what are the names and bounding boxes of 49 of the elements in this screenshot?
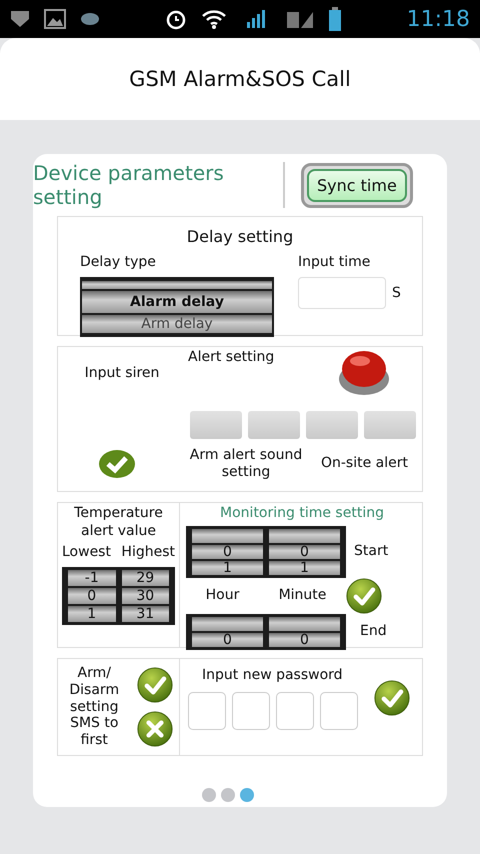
option-button[interactable] <box>364 411 416 439</box>
image-icon <box>44 9 66 29</box>
option-button[interactable] <box>190 411 242 439</box>
number-picker[interactable]: 0 0 <box>186 614 346 650</box>
alarm-button-icon[interactable] <box>338 349 390 397</box>
input-field[interactable] <box>298 276 386 309</box>
confirm-button[interactable] <box>136 667 173 703</box>
field-label: Arm alert sound setting <box>188 447 304 481</box>
digit-field[interactable] <box>232 692 270 730</box>
field-label: Minute <box>278 587 326 604</box>
number-picker[interactable]: 0 1 0 1 <box>186 526 346 578</box>
section-title: Temperature alert value <box>73 505 164 540</box>
sync-time-button[interactable]: Sync time <box>301 162 413 208</box>
field-label: Input new password <box>201 667 344 684</box>
section-title: Delay setting <box>186 227 294 246</box>
section-title: Monitoring time setting <box>219 505 385 522</box>
field-label: Hour <box>206 587 240 604</box>
app-title: GSM Alarm&SOS Call <box>129 67 351 91</box>
checkmark-icon[interactable] <box>98 448 136 479</box>
digit-field[interactable] <box>188 692 226 730</box>
card-title: Device parameters setting <box>33 161 225 209</box>
confirm-button[interactable] <box>374 680 410 716</box>
field-label: Lowest <box>62 544 111 561</box>
shield-icon <box>10 10 30 28</box>
digit-field[interactable] <box>276 692 314 730</box>
unit-label: S <box>392 284 401 302</box>
field-label: Input time <box>298 254 372 271</box>
field-label: Highest <box>121 544 175 561</box>
field-label: Input siren <box>84 365 160 382</box>
wifi-icon <box>201 8 228 30</box>
clock-time: 11:18 <box>406 6 470 32</box>
field-label: Arm/ Disarm setting SMS to first <box>68 665 120 749</box>
field-label: End <box>360 623 387 640</box>
page-dot[interactable] <box>240 788 254 802</box>
alarm-clock-icon <box>165 8 188 30</box>
option-button[interactable] <box>306 411 358 439</box>
digit-field[interactable] <box>320 692 358 730</box>
number-picker[interactable]: -1 0 1 29 30 31 <box>62 566 175 625</box>
battery-icon <box>329 7 342 31</box>
field-label: Start <box>354 543 388 560</box>
page-dot[interactable] <box>221 788 235 802</box>
delay-type-picker[interactable]: Alarm delay Arm delay <box>80 276 274 337</box>
page-dot[interactable] <box>202 788 216 802</box>
cancel-button[interactable] <box>136 711 173 747</box>
section-title: Alert setting <box>188 349 274 366</box>
option-button[interactable] <box>248 411 300 439</box>
field-label: Delay type <box>80 254 157 271</box>
confirm-button[interactable] <box>346 578 382 614</box>
field-label: On-site alert <box>320 455 408 472</box>
